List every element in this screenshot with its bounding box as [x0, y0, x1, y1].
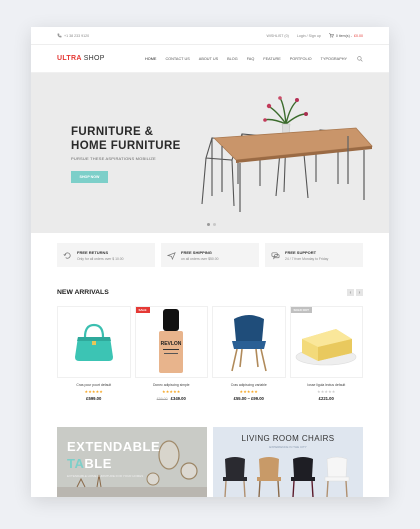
- feature-subtitle: 24 / 7 from Monday to Friday: [285, 256, 329, 261]
- dining-table-image: [201, 96, 373, 212]
- feature-returns: FREE RETURNS Only for all orders over $ …: [57, 243, 155, 267]
- feature-shipping: FREE SHIPPING on all orders over $50.00: [161, 243, 259, 267]
- nav-item-blog[interactable]: BLOG: [227, 57, 238, 61]
- feature-title: FREE RETURNS: [77, 249, 109, 255]
- product-rating: ★★★★★: [161, 390, 181, 394]
- search-icon[interactable]: [357, 55, 363, 62]
- new-arrivals-header: NEW ARRIVALS ‹ ›: [31, 289, 389, 296]
- product-price-value: £599.00: [86, 396, 102, 401]
- hero-slider: FURNITURE & HOME FURNITURE PURSUE THESE …: [31, 73, 389, 233]
- hero-title: FURNITURE & HOME FURNITURE: [71, 125, 181, 153]
- nav-item-home[interactable]: HOME: [145, 57, 156, 61]
- feature-subtitle: Only for all orders over $ 10.00: [77, 256, 124, 261]
- slider-dot-2[interactable]: [213, 223, 216, 226]
- product-image[interactable]: [57, 306, 131, 378]
- cart-label: 0 item(s) -: [335, 33, 352, 38]
- slider-dot-1[interactable]: [207, 223, 210, 226]
- cart-icon: [328, 33, 334, 38]
- banner-extendable-table[interactable]: EXTENDABLE TABLE EXTENDABLE HOME FURNITU…: [57, 427, 207, 497]
- shop-now-button[interactable]: SHOP NOW: [71, 171, 108, 183]
- main-nav: HOME CONTACT US ABOUT US BLOG FAQ FEATUR…: [145, 57, 347, 61]
- feature-subtitle: on all orders over $50.00: [181, 256, 219, 261]
- banner-title: LIVING ROOM CHAIRS: [241, 434, 335, 443]
- cart-link[interactable]: 0 item(s) - £0.00: [328, 33, 363, 38]
- product-name[interactable]: Donec adipiscing simple: [135, 383, 209, 387]
- return-icon: [63, 252, 71, 259]
- plane-icon: [167, 251, 176, 260]
- product-price-value: £55.00 – £99.00: [233, 396, 264, 401]
- handbag-image: [74, 323, 113, 361]
- revlon-label: REVLON: [161, 341, 182, 347]
- page-screenshot: +1 38 233 9120 WISHLIST (0) Login / Sign…: [31, 27, 389, 497]
- product-carousel: Cras pour pourt default ★★★★★ £599.00 SA…: [31, 296, 389, 401]
- product-name[interactable]: Iosse ligula lectus default: [290, 383, 364, 387]
- feature-support: FREE SUPPORT 24 / 7 from Monday to Frida…: [265, 243, 363, 267]
- product-old-price: £59.00: [156, 397, 168, 401]
- section-title: NEW ARRIVALS: [57, 289, 109, 296]
- butter-image: [295, 329, 357, 366]
- banner-subtitle: EXTENDABLE HOME FURNITURE FOR YOUR HOMES: [67, 474, 144, 478]
- sale-badge: SALE: [135, 307, 150, 313]
- plant-illustration: [263, 96, 308, 135]
- slider-dots: [207, 223, 216, 226]
- product-image[interactable]: SALE REVLON: [134, 306, 208, 378]
- nav-item-typography[interactable]: TYPOGRAPHY: [321, 57, 347, 61]
- feature-row: FREE RETURNS Only for all orders over $ …: [31, 233, 389, 267]
- product-card[interactable]: Cras pour pourt default ★★★★★ £599.00: [57, 306, 131, 401]
- hero-title-line2: HOME FURNITURE: [71, 140, 181, 152]
- foundation-bottle-image: REVLON: [159, 309, 184, 373]
- product-rating: ★★★★★: [239, 390, 259, 394]
- carousel-arrows: ‹ ›: [347, 289, 363, 296]
- banner-living-room-chairs[interactable]: LIVING ROOM CHAIRS EXPERIENCE IN THE CIT…: [213, 427, 363, 497]
- product-name[interactable]: Cras adipiscing variable: [212, 383, 286, 387]
- product-name[interactable]: Cras pour pourt default: [57, 383, 131, 387]
- product-rating: ★★★★★: [84, 390, 104, 394]
- nav-item-portfolio[interactable]: PORTFOLIO: [290, 57, 312, 61]
- banner-line2: TABLE: [67, 456, 112, 471]
- phone-icon: [57, 33, 62, 38]
- hero-subtitle: PURSUE THESE ASPIRATIONS MOBILIZE: [71, 156, 156, 161]
- blue-chair-image: [230, 315, 267, 372]
- top-bar: +1 38 233 9120 WISHLIST (0) Login / Sign…: [31, 27, 389, 45]
- product-price: £59.00 £349.00: [135, 396, 209, 401]
- phone-number: +1 38 233 9120: [64, 33, 90, 38]
- product-price-value: £349.00: [170, 396, 186, 401]
- product-rating: ★★★★★: [316, 390, 336, 394]
- feature-title: FREE SUPPORT: [285, 249, 317, 255]
- banner-line2-rest: BLE: [84, 456, 112, 471]
- banner-line1: EXTENDABLE: [67, 439, 161, 454]
- main-header: ULTRA SHOP HOME CONTACT US ABOUT US BLOG…: [31, 45, 389, 73]
- nav-item-faq[interactable]: FAQ: [247, 57, 255, 61]
- logo-part2: SHOP: [83, 55, 105, 62]
- product-image[interactable]: SOLD OUT: [289, 306, 363, 378]
- product-price: £221.00: [290, 396, 364, 401]
- wishlist-link[interactable]: WISHLIST (0): [267, 34, 289, 38]
- product-price: £599.00: [57, 396, 131, 401]
- logo-part1: ULTRA: [57, 55, 82, 62]
- cart-amount: £0.00: [354, 33, 363, 38]
- nav-item-about[interactable]: ABOUT US: [199, 57, 218, 61]
- hero-title-line1: FURNITURE &: [71, 126, 154, 138]
- promo-banners: EXTENDABLE TABLE EXTENDABLE HOME FURNITU…: [31, 427, 389, 497]
- product-card[interactable]: SOLD OUT Iosse ligula lectus default ★★★…: [289, 306, 364, 401]
- feature-title: FREE SHIPPING: [181, 249, 212, 255]
- carousel-prev-button[interactable]: ‹: [347, 289, 354, 296]
- login-link[interactable]: Login / Sign up: [297, 34, 321, 38]
- nav-item-feature[interactable]: FEATURE: [263, 57, 280, 61]
- banner-line2-accent: TA: [67, 456, 85, 471]
- product-card[interactable]: Cras adipiscing variable ★★★★★ £55.00 – …: [212, 306, 286, 401]
- banner-subtitle: EXPERIENCE IN THE CITY: [269, 445, 307, 449]
- product-image[interactable]: [212, 306, 286, 378]
- product-price: £55.00 – £99.00: [212, 396, 286, 401]
- carousel-next-button[interactable]: ›: [356, 289, 363, 296]
- sold-out-badge: SOLD OUT: [290, 307, 312, 313]
- product-price-value: £221.00: [318, 396, 334, 401]
- chat-icon: [271, 251, 280, 260]
- nav-item-contact[interactable]: CONTACT US: [165, 57, 189, 61]
- brand-logo[interactable]: ULTRA SHOP: [57, 55, 105, 62]
- product-card[interactable]: SALE REVLON Donec adipiscing simple ★★★★…: [134, 306, 209, 401]
